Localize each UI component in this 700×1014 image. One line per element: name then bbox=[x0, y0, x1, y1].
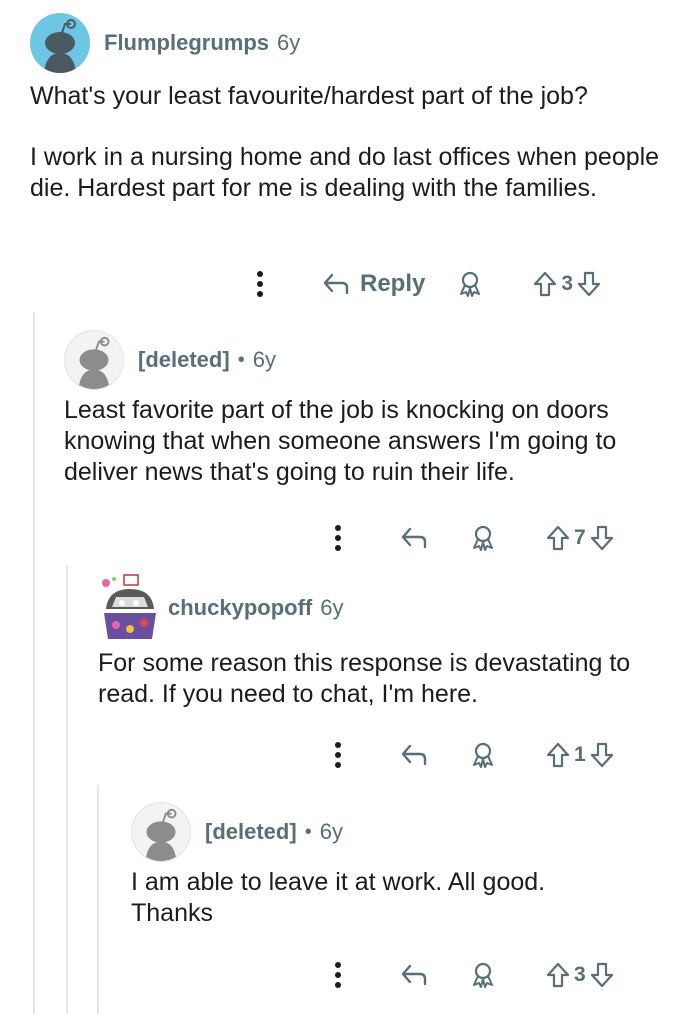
award-button[interactable] bbox=[457, 270, 483, 298]
comment-age: 6y bbox=[320, 595, 344, 620]
reply-button[interactable] bbox=[400, 526, 428, 550]
more-options-button[interactable] bbox=[328, 518, 348, 558]
downvote-button[interactable] bbox=[590, 962, 614, 988]
avatar[interactable] bbox=[64, 330, 124, 390]
more-vertical-icon bbox=[257, 271, 263, 297]
comment-age: 6y bbox=[252, 347, 276, 372]
comment: chuckypopoff 6y For some reason this res… bbox=[98, 568, 678, 710]
upvote-arrow-icon bbox=[546, 962, 570, 988]
more-options-button[interactable] bbox=[250, 264, 270, 304]
vote-count: 3 bbox=[574, 963, 586, 986]
vote-count: 1 bbox=[574, 743, 586, 766]
separator-dot: • bbox=[304, 820, 312, 843]
vote-count: 7 bbox=[574, 526, 586, 549]
comment-body: For some reason this response is devasta… bbox=[98, 648, 658, 710]
username[interactable]: [deleted] bbox=[205, 819, 297, 845]
downvote-arrow-icon bbox=[590, 742, 613, 768]
comment-meta: chuckypopoff 6y bbox=[168, 595, 343, 621]
comment-text: I am able to leave it at work. All good.… bbox=[131, 868, 546, 927]
downvote-arrow-icon bbox=[590, 962, 613, 988]
more-vertical-icon bbox=[335, 525, 341, 551]
comment-header: Flumplegrumps 6y bbox=[30, 12, 670, 74]
more-vertical-icon bbox=[335, 742, 341, 768]
reply-arrow-icon bbox=[401, 744, 427, 766]
vote-count: 3 bbox=[561, 272, 574, 295]
comment-header: [deleted] • 6y bbox=[131, 801, 671, 863]
reply-button[interactable]: Reply bbox=[322, 270, 425, 298]
award-icon bbox=[473, 962, 493, 988]
award-button[interactable] bbox=[470, 524, 496, 552]
upvote-button[interactable] bbox=[546, 962, 570, 988]
downvote-button[interactable] bbox=[577, 271, 601, 297]
reply-arrow-icon bbox=[323, 273, 349, 295]
reply-button[interactable] bbox=[400, 743, 428, 767]
comment: [deleted] • 6y I am able to leave it at … bbox=[131, 801, 671, 929]
comment-text: I work in a nursing home and do last off… bbox=[30, 143, 660, 202]
comment-age: 6y bbox=[319, 819, 343, 844]
downvote-arrow-icon bbox=[577, 271, 601, 297]
avatar[interactable] bbox=[98, 573, 160, 643]
comment-body: Least favorite part of the job is knocki… bbox=[64, 395, 679, 488]
award-button[interactable] bbox=[470, 741, 496, 769]
downvote-button[interactable] bbox=[590, 742, 614, 768]
reply-button[interactable] bbox=[400, 963, 428, 987]
more-vertical-icon bbox=[335, 962, 341, 988]
thread-line bbox=[97, 785, 99, 1014]
comment: [deleted] • 6y Least favorite part of th… bbox=[64, 329, 684, 488]
reply-arrow-icon bbox=[401, 527, 427, 549]
comment-meta: [deleted] • 6y bbox=[205, 819, 343, 845]
comment-body: What's your least favourite/hardest part… bbox=[30, 81, 670, 204]
thread-line bbox=[33, 312, 35, 1014]
comment-actions: 1 bbox=[328, 735, 614, 775]
avatar[interactable] bbox=[30, 13, 90, 73]
comment-header: chuckypopoff 6y bbox=[98, 568, 678, 648]
award-button[interactable] bbox=[470, 961, 496, 989]
upvote-button[interactable] bbox=[533, 271, 557, 297]
comment-actions: 7 bbox=[328, 518, 614, 558]
username[interactable]: Flumplegrumps bbox=[104, 30, 269, 56]
comment-text: What's your least favourite/hardest part… bbox=[30, 82, 588, 110]
award-icon bbox=[473, 742, 493, 768]
comment: Flumplegrumps 6y What's your least favou… bbox=[30, 12, 670, 204]
downvote-arrow-icon bbox=[590, 525, 613, 551]
comment-body: I am able to leave it at work. All good.… bbox=[131, 867, 601, 929]
username[interactable]: chuckypopoff bbox=[168, 595, 312, 621]
award-icon bbox=[460, 271, 481, 297]
thread-line bbox=[66, 565, 68, 1014]
upvote-arrow-icon bbox=[546, 525, 570, 551]
upvote-button[interactable] bbox=[546, 742, 570, 768]
avatar[interactable] bbox=[131, 802, 191, 862]
more-options-button[interactable] bbox=[328, 735, 348, 775]
comment-actions: 3 bbox=[328, 955, 614, 995]
upvote-arrow-icon bbox=[534, 271, 557, 297]
reply-arrow-icon bbox=[401, 964, 427, 986]
separator-dot: • bbox=[237, 348, 245, 371]
reply-label: Reply bbox=[360, 270, 426, 297]
more-options-button[interactable] bbox=[328, 955, 348, 995]
comment-actions: Reply 3 bbox=[250, 264, 601, 304]
downvote-button[interactable] bbox=[590, 525, 614, 551]
upvote-button[interactable] bbox=[546, 525, 570, 551]
comment-age: 6y bbox=[277, 30, 301, 55]
comment-text: For some reason this response is devasta… bbox=[98, 649, 631, 708]
comment-meta: [deleted] • 6y bbox=[138, 347, 276, 373]
comment-header: [deleted] • 6y bbox=[64, 329, 684, 391]
comment-meta: Flumplegrumps 6y bbox=[104, 30, 300, 56]
upvote-arrow-icon bbox=[546, 742, 570, 768]
award-icon bbox=[473, 525, 493, 551]
username[interactable]: [deleted] bbox=[138, 347, 230, 373]
comment-text: Least favorite part of the job is knocki… bbox=[64, 396, 617, 486]
